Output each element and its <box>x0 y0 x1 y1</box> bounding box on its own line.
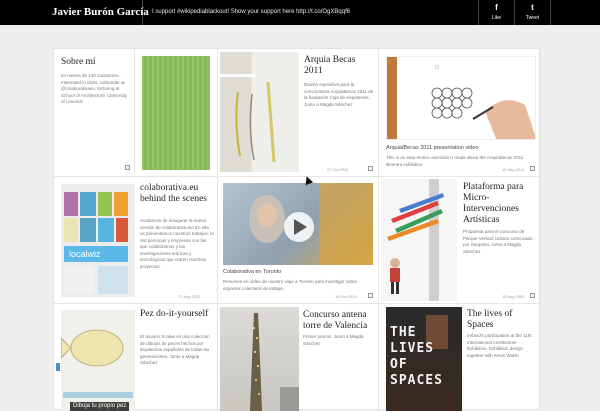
plataforma-title: Plataforma para Micro-Intervenciones Art… <box>463 182 524 225</box>
colaborativa-card[interactable]: localwiz colaborativa.eu behind the scen… <box>54 177 218 304</box>
presentation-video-date: 15 Sep 2011 <box>502 167 525 172</box>
poster-lettering: THE LIVES OF SPACES <box>390 325 443 388</box>
green-texture-image <box>142 56 210 170</box>
image-icon <box>368 166 373 171</box>
presentation-video-card[interactable]: O Arquia/Becas 2011 presentation video T… <box>379 49 541 177</box>
toronto-date: 15 Oct 2010 <box>335 294 357 299</box>
plataforma-date: 15 Aug 2009 <box>502 294 525 299</box>
lives-description: Ireland's participation at the 11th Inte… <box>467 333 532 358</box>
tweet-button[interactable]: t Tweet <box>514 0 551 25</box>
fish-drawing-image <box>61 310 135 411</box>
scroll-marker-icon <box>56 363 60 371</box>
lives-title: The lives of Spaces <box>467 309 513 330</box>
project-grid: Sobre mí en menos de 140 caracteres... I… <box>53 48 541 411</box>
arquia-becas-description: Diseño expositivo para la convocatoria A… <box>304 82 374 107</box>
site-title[interactable]: Javier Burón García <box>0 0 149 25</box>
facebook-icon: f <box>495 3 498 12</box>
arquia-becas-card[interactable]: Arquia Becas 2011 Diseño expositivo para… <box>218 49 379 177</box>
arquia-becas-title: Arquia Becas 2011 <box>304 55 356 76</box>
tweet-label: Tweet <box>525 15 540 21</box>
about-title: Sobre mí <box>61 57 96 67</box>
about-description: en menos de 140 caracteres... Interested… <box>61 73 128 104</box>
latest-tweet[interactable]: I support #wikipediablackout! Show your … <box>152 0 350 25</box>
presentation-video-title: Arquia/Becas 2011 presentation video <box>386 145 479 151</box>
exhibition-photo <box>220 52 299 172</box>
tower-render-image <box>220 307 299 411</box>
like-label: Like <box>491 15 502 21</box>
plataforma-render-image <box>381 179 457 301</box>
pez-card[interactable]: Dibuja tu propio pez Pez do-it-yourself … <box>54 304 218 411</box>
lives-of-spaces-card[interactable]: THE LIVES OF SPACES The lives of Spaces … <box>379 304 541 411</box>
lives-of-spaces-poster: THE LIVES OF SPACES <box>386 307 462 411</box>
colaborativa-site-image: localwiz <box>61 184 135 297</box>
like-button[interactable]: f Like <box>478 0 514 25</box>
pez-description: El acuario Scalae es una colección de di… <box>140 334 210 365</box>
video-icon <box>530 166 535 171</box>
valencia-description: Primer premio. Junto a Magda Sánchez <box>303 334 364 346</box>
colaborativa-date: 17 Aug 2011 <box>178 294 201 299</box>
twitter-icon: t <box>531 3 534 12</box>
toronto-video-thumbnail <box>223 183 373 265</box>
top-bar: Javier Burón García I support #wikipedia… <box>0 0 600 25</box>
colaborativa-title: colaborativa.eu behind the scenes <box>140 183 208 204</box>
plataforma-description: Propuesta para el concurso de Parque Ver… <box>463 229 533 254</box>
pez-title: Pez do-it-yourself <box>140 309 209 319</box>
exhibition-sketch-image <box>220 74 276 163</box>
colaborativa-description: Acabamos de inaugurar la nueva versión d… <box>140 218 214 269</box>
video-icon <box>368 293 373 298</box>
document-icon <box>125 165 130 170</box>
arquia-becas-date: 27 Oct 2011 <box>327 167 349 172</box>
valencia-title: Concurso antena torre de Valencia <box>303 310 368 331</box>
about-card[interactable]: Sobre mí en menos de 140 caracteres... I… <box>54 49 135 177</box>
stop-motion-image: O <box>386 56 536 140</box>
green-thumb-card[interactable] <box>135 49 218 177</box>
plataforma-card[interactable]: Plataforma para Micro-Intervenciones Art… <box>379 177 541 304</box>
svg-text:localwiz: localwiz <box>69 249 101 259</box>
valencia-card[interactable]: Concurso antena torre de Valencia Primer… <box>218 304 379 411</box>
toronto-title: Colaborativa en Toronto <box>223 269 282 275</box>
svg-text:O: O <box>435 65 439 71</box>
image-icon <box>530 293 535 298</box>
toronto-video-card[interactable]: Colaborativa en Toronto Resumen en vídeo… <box>218 177 379 304</box>
toronto-description: Resumen en vídeo de nuestro viaje a Toro… <box>223 279 357 291</box>
